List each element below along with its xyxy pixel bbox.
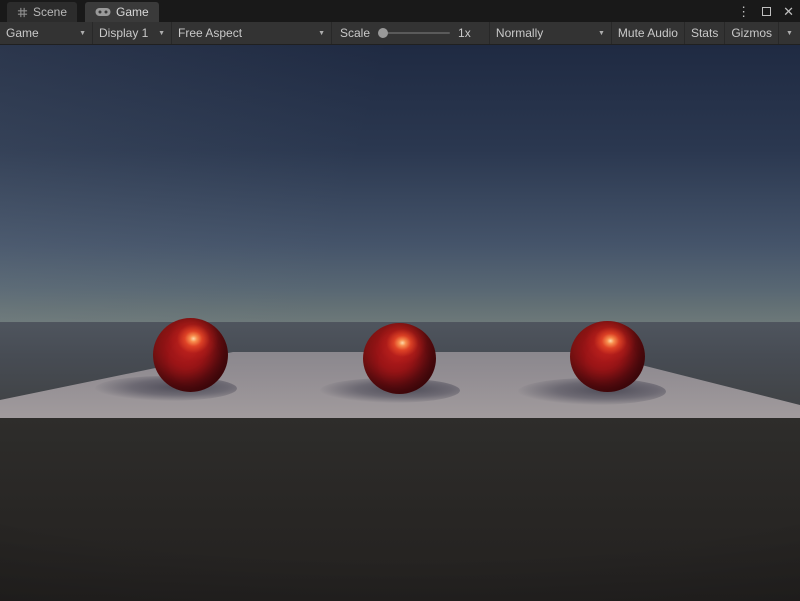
scale-value: 1x bbox=[458, 26, 471, 40]
chevron-down-icon: ▼ bbox=[79, 30, 86, 37]
mute-audio-button[interactable]: Mute Audio bbox=[611, 22, 684, 44]
window-controls: ⋮ ✕ bbox=[737, 0, 794, 22]
scale-control: Scale 1x bbox=[332, 22, 479, 44]
play-focus-dropdown[interactable]: Normally ▼ bbox=[489, 22, 611, 44]
chevron-down-icon: ▼ bbox=[786, 30, 793, 37]
gizmos-label: Gizmos bbox=[731, 26, 772, 40]
red-sphere-right bbox=[570, 321, 645, 392]
scale-label: Scale bbox=[340, 26, 370, 40]
toolbar-right-group: Normally ▼ Mute Audio Stats Gizmos ▼ bbox=[489, 22, 800, 44]
display-label: Display 1 bbox=[99, 26, 148, 40]
aspect-ratio-label: Free Aspect bbox=[178, 26, 242, 40]
mute-audio-label: Mute Audio bbox=[618, 26, 678, 40]
chevron-down-icon: ▼ bbox=[158, 30, 165, 37]
chevron-down-icon: ▼ bbox=[598, 30, 605, 37]
grid-icon bbox=[17, 7, 28, 18]
game-viewport[interactable] bbox=[0, 45, 800, 601]
maximize-icon[interactable] bbox=[762, 7, 771, 16]
red-sphere-left bbox=[153, 318, 228, 392]
scale-slider-track[interactable] bbox=[378, 32, 450, 34]
game-view-mode-label: Game bbox=[6, 26, 39, 40]
more-options-icon[interactable]: ⋮ bbox=[737, 5, 750, 18]
game-view-toolbar: Game ▼ Display 1 ▼ Free Aspect ▼ Scale 1… bbox=[0, 22, 800, 45]
sky-gradient bbox=[0, 45, 800, 322]
tab-scene[interactable]: Scene bbox=[7, 2, 77, 22]
tab-bar: Scene Game ⋮ ✕ bbox=[0, 0, 800, 22]
red-sphere-middle bbox=[363, 323, 436, 394]
scale-slider-handle[interactable] bbox=[378, 28, 388, 38]
gizmos-button[interactable]: Gizmos bbox=[724, 22, 778, 44]
game-view-mode-dropdown[interactable]: Game ▼ bbox=[0, 22, 93, 44]
aspect-ratio-dropdown[interactable]: Free Aspect ▼ bbox=[172, 22, 332, 44]
tab-scene-label: Scene bbox=[33, 5, 67, 19]
tab-game-label: Game bbox=[116, 5, 149, 19]
gizmos-dropdown-button[interactable]: ▼ bbox=[778, 22, 800, 44]
stats-button[interactable]: Stats bbox=[684, 22, 724, 44]
gamepad-icon bbox=[95, 7, 111, 17]
display-dropdown[interactable]: Display 1 ▼ bbox=[93, 22, 172, 44]
close-icon[interactable]: ✕ bbox=[783, 5, 794, 18]
play-focus-label: Normally bbox=[496, 26, 543, 40]
tab-game[interactable]: Game bbox=[85, 2, 159, 22]
foreground-ground bbox=[0, 418, 800, 601]
chevron-down-icon: ▼ bbox=[318, 30, 325, 37]
stats-label: Stats bbox=[691, 26, 718, 40]
unity-game-view-window: Scene Game ⋮ ✕ Game ▼ Display 1 ▼ bbox=[0, 0, 800, 601]
scale-slider[interactable] bbox=[378, 27, 450, 39]
